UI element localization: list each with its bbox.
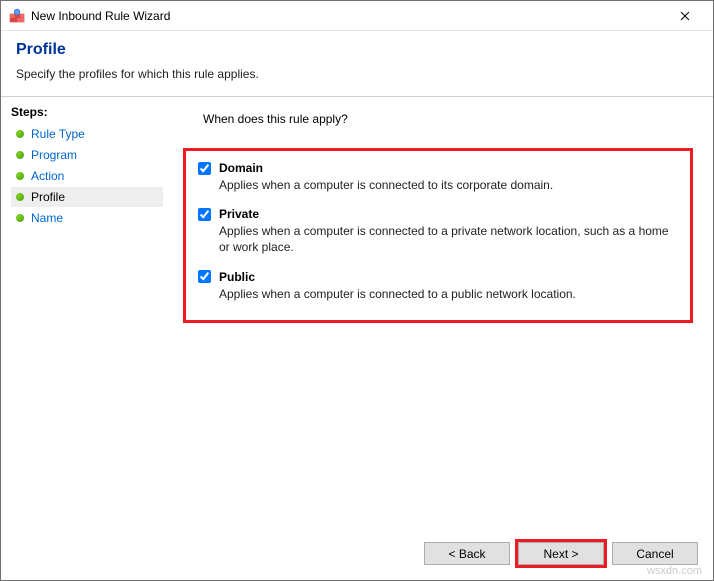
step-profile[interactable]: Profile	[11, 187, 163, 207]
firewall-icon	[9, 8, 25, 24]
step-bullet-icon	[16, 193, 24, 201]
steps-label: Steps:	[11, 105, 163, 119]
checkbox-domain[interactable]	[198, 162, 211, 175]
option-description: Applies when a computer is connected to …	[219, 177, 678, 193]
step-name[interactable]: Name	[11, 208, 163, 228]
close-icon	[680, 11, 690, 21]
checkbox-private[interactable]	[198, 208, 211, 221]
option-description: Applies when a computer is connected to …	[219, 223, 678, 255]
option-label: Domain	[219, 161, 263, 175]
step-label: Rule Type	[31, 127, 85, 141]
close-button[interactable]	[665, 2, 705, 30]
step-rule-type[interactable]: Rule Type	[11, 124, 163, 144]
step-label: Profile	[31, 190, 65, 204]
question-text: When does this rule apply?	[203, 112, 693, 126]
body: Steps: Rule Type Program Action Profile Name…	[1, 97, 713, 537]
checkbox-public[interactable]	[198, 270, 211, 283]
option-label: Public	[219, 270, 255, 284]
page-title: Profile	[16, 41, 698, 59]
header: Profile Specify the profiles for which t…	[1, 31, 713, 96]
wizard-window: New Inbound Rule Wizard Profile Specify …	[0, 0, 714, 581]
option-label: Private	[219, 207, 259, 221]
window-title: New Inbound Rule Wizard	[31, 9, 665, 23]
titlebar: New Inbound Rule Wizard	[1, 1, 713, 31]
footer-buttons: < Back Next > Cancel	[424, 539, 698, 568]
step-bullet-icon	[16, 151, 24, 159]
option-public: Public Applies when a computer is connect…	[198, 270, 678, 302]
steps-sidebar: Steps: Rule Type Program Action Profile Name	[1, 97, 163, 537]
page-subtitle: Specify the profiles for which this rule…	[16, 67, 698, 81]
content-pane: When does this rule apply? Domain Applies…	[163, 97, 713, 537]
option-private: Private Applies when a computer is connec…	[198, 207, 678, 255]
step-bullet-icon	[16, 214, 24, 222]
step-label: Program	[31, 148, 77, 162]
option-domain: Domain Applies when a computer is connect…	[198, 161, 678, 193]
step-program[interactable]: Program	[11, 145, 163, 165]
step-label: Name	[31, 211, 63, 225]
option-description: Applies when a computer is connected to …	[219, 286, 678, 302]
back-button[interactable]: < Back	[424, 542, 510, 565]
cancel-button[interactable]: Cancel	[612, 542, 698, 565]
step-label: Action	[31, 169, 64, 183]
step-bullet-icon	[16, 172, 24, 180]
next-button[interactable]: Next >	[518, 542, 604, 565]
step-bullet-icon	[16, 130, 24, 138]
options-highlight-box: Domain Applies when a computer is connect…	[183, 148, 693, 323]
step-action[interactable]: Action	[11, 166, 163, 186]
